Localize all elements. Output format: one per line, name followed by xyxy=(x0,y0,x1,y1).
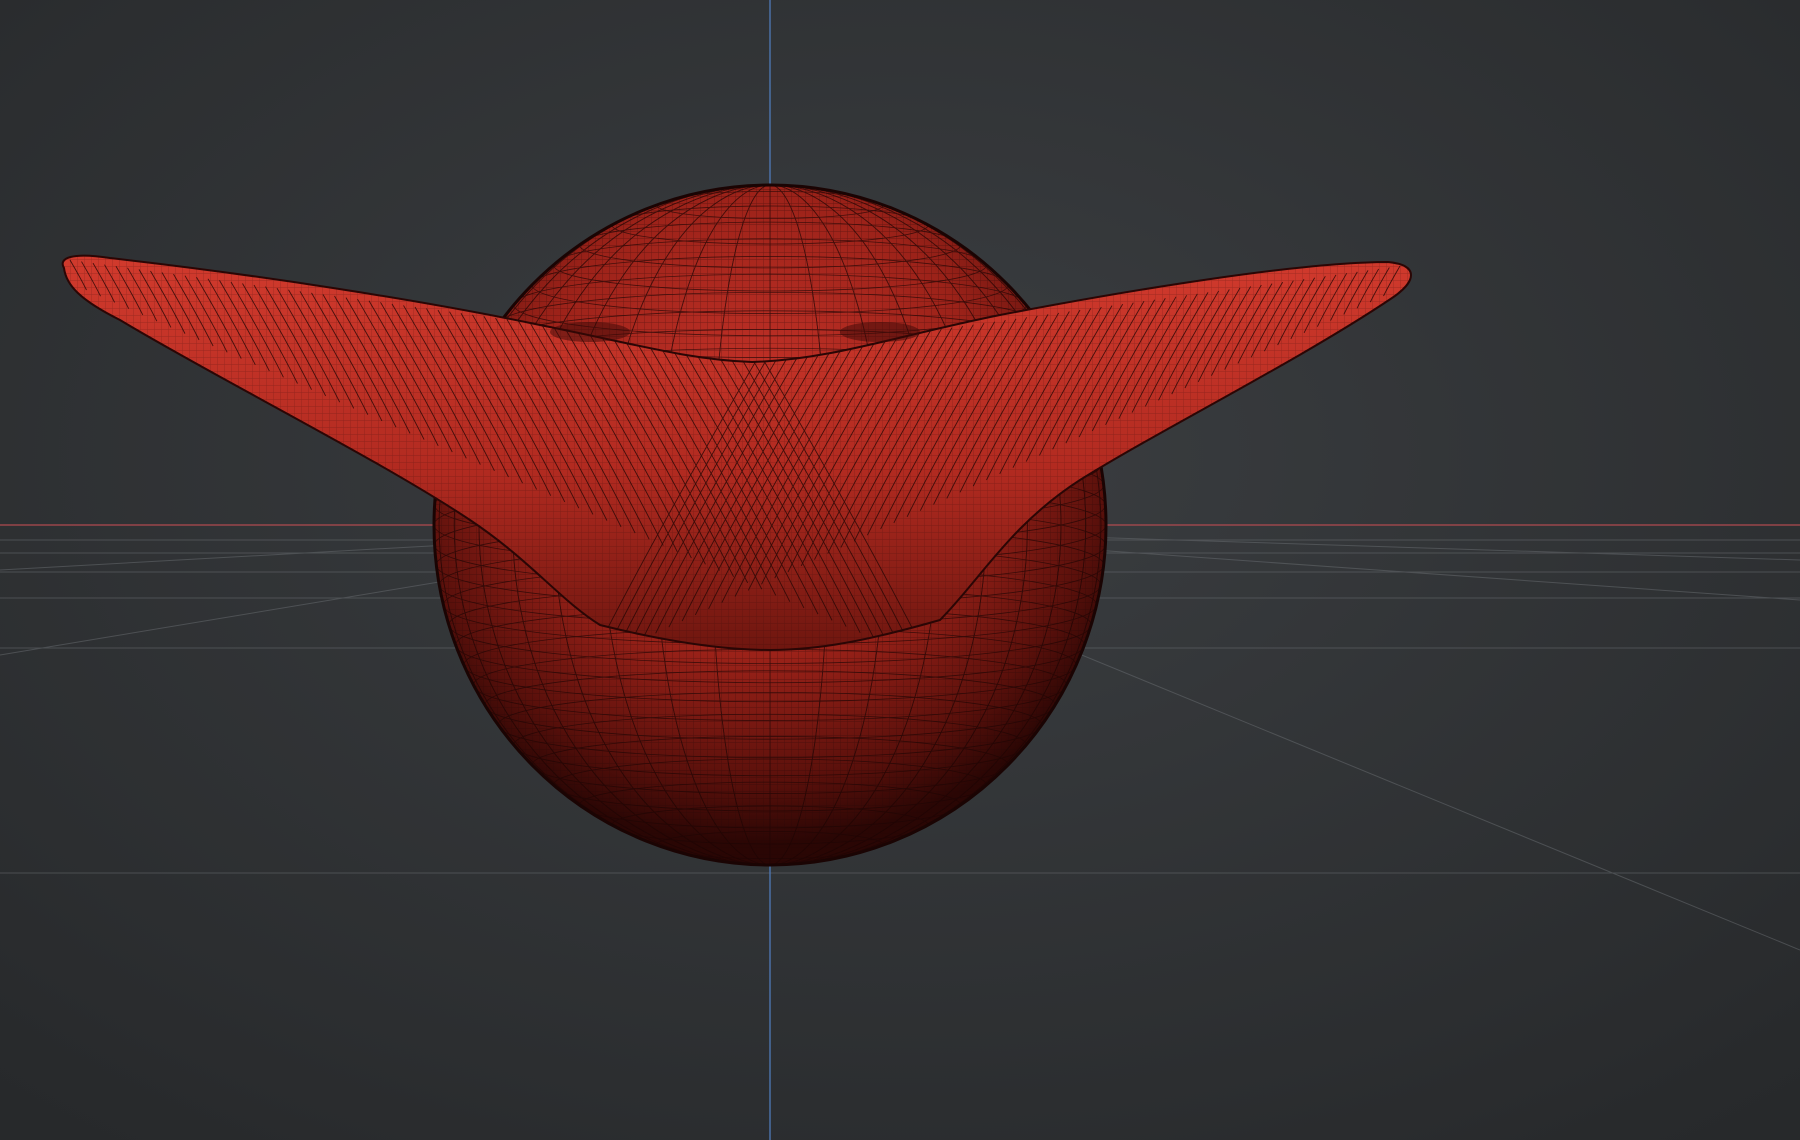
3d-viewport[interactable] xyxy=(0,0,1800,1140)
crease-shadow-right xyxy=(840,322,920,342)
crease-shadow-left xyxy=(550,322,630,342)
viewport-canvas[interactable] xyxy=(0,0,1800,1140)
